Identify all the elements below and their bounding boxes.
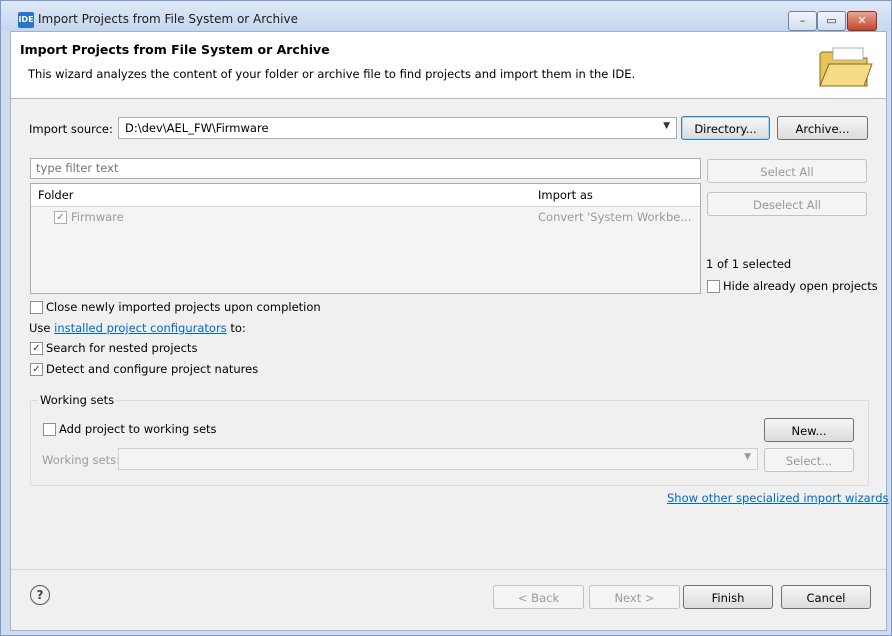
row-folder-name: Firmware [71,210,124,224]
footer-divider [11,569,886,570]
chevron-down-icon: ▼ [744,452,751,462]
filter-field[interactable] [30,158,701,179]
minimize-icon: – [799,14,806,27]
maximize-button[interactable]: ▭ [817,11,846,31]
working-sets-group [30,400,869,486]
column-header-folder[interactable]: Folder [31,184,539,207]
directory-button[interactable]: Directory... [681,116,770,140]
use-suffix: to: [226,321,246,335]
close-icon: ✕ [857,14,867,27]
import-source-value: D:\dev\AEL_FW\Firmware [125,121,269,135]
next-button[interactable]: Next > [589,585,680,609]
page-description: This wizard analyzes the content of your… [28,67,636,81]
working-sets-combo[interactable]: ▼ [118,448,758,470]
import-source-combo[interactable]: D:\dev\AEL_FW\Firmware ▼ [118,117,677,139]
row-import-as: Convert 'System Workbe... [538,210,692,224]
select-working-sets-button[interactable]: Select... [764,448,854,472]
row-checkbox[interactable]: ✓ [54,211,67,224]
working-sets-title: Working sets [38,393,117,407]
use-prefix: Use [29,321,55,335]
deselect-all-button[interactable]: Deselect All [707,192,867,216]
title-bar[interactable]: IDE Import Projects from File System or … [1,1,891,31]
installed-configurators-link[interactable]: installed project configurators [54,321,227,335]
specialized-wizards-link[interactable]: Show other specialized import wizards [667,491,889,505]
new-working-set-button[interactable]: New... [764,418,854,442]
ide-app-icon: IDE [18,12,34,28]
use-configurators-text: Use installed project configurators to: [29,321,246,335]
wizard-window: IDE Import Projects from File System or … [0,0,892,636]
add-to-working-sets-label: Add project to working sets [59,422,217,436]
folder-open-icon [819,47,873,87]
close-projects-label: Close newly imported projects upon compl… [46,300,321,314]
window-title: Import Projects from File System or Arch… [38,12,298,26]
nested-projects-checkbox[interactable]: ✓ [30,342,43,355]
back-button[interactable]: < Back [493,585,584,609]
add-to-working-sets-checkbox[interactable] [43,423,56,436]
archive-button[interactable]: Archive... [777,116,868,140]
maximize-icon: ▭ [826,14,837,27]
chevron-down-icon: ▼ [663,121,670,131]
nested-projects-label: Search for nested projects [46,341,198,355]
wizard-header: Import Projects from File System or Arch… [11,32,886,99]
column-header-import-as[interactable]: Import as [532,184,689,207]
cancel-button[interactable]: Cancel [781,585,871,609]
import-source-label: Import source: [29,122,113,136]
column-header-filler [682,184,700,207]
projects-table[interactable]: Folder Import as ✓ Firmware Convert 'Sys… [30,183,701,294]
hide-open-checkbox[interactable] [707,280,720,293]
help-icon[interactable]: ? [30,585,50,605]
detect-natures-checkbox[interactable]: ✓ [30,363,43,376]
select-all-button[interactable]: Select All [707,159,867,183]
selected-count: 1 of 1 selected [706,257,792,271]
table-row[interactable]: ✓ Firmware Convert 'System Workbe... [31,207,700,227]
detect-natures-label: Detect and configure project natures [46,362,259,376]
finish-button[interactable]: Finish [683,585,773,609]
wizard-body: Import Projects from File System or Arch… [10,31,889,631]
working-sets-label: Working sets: [42,453,121,467]
hide-open-label: Hide already open projects [723,279,878,293]
minimize-button[interactable]: – [788,11,817,31]
close-projects-checkbox[interactable] [30,301,43,314]
page-title: Import Projects from File System or Arch… [20,42,330,57]
filter-input[interactable] [31,159,691,176]
close-button[interactable]: ✕ [847,11,877,31]
